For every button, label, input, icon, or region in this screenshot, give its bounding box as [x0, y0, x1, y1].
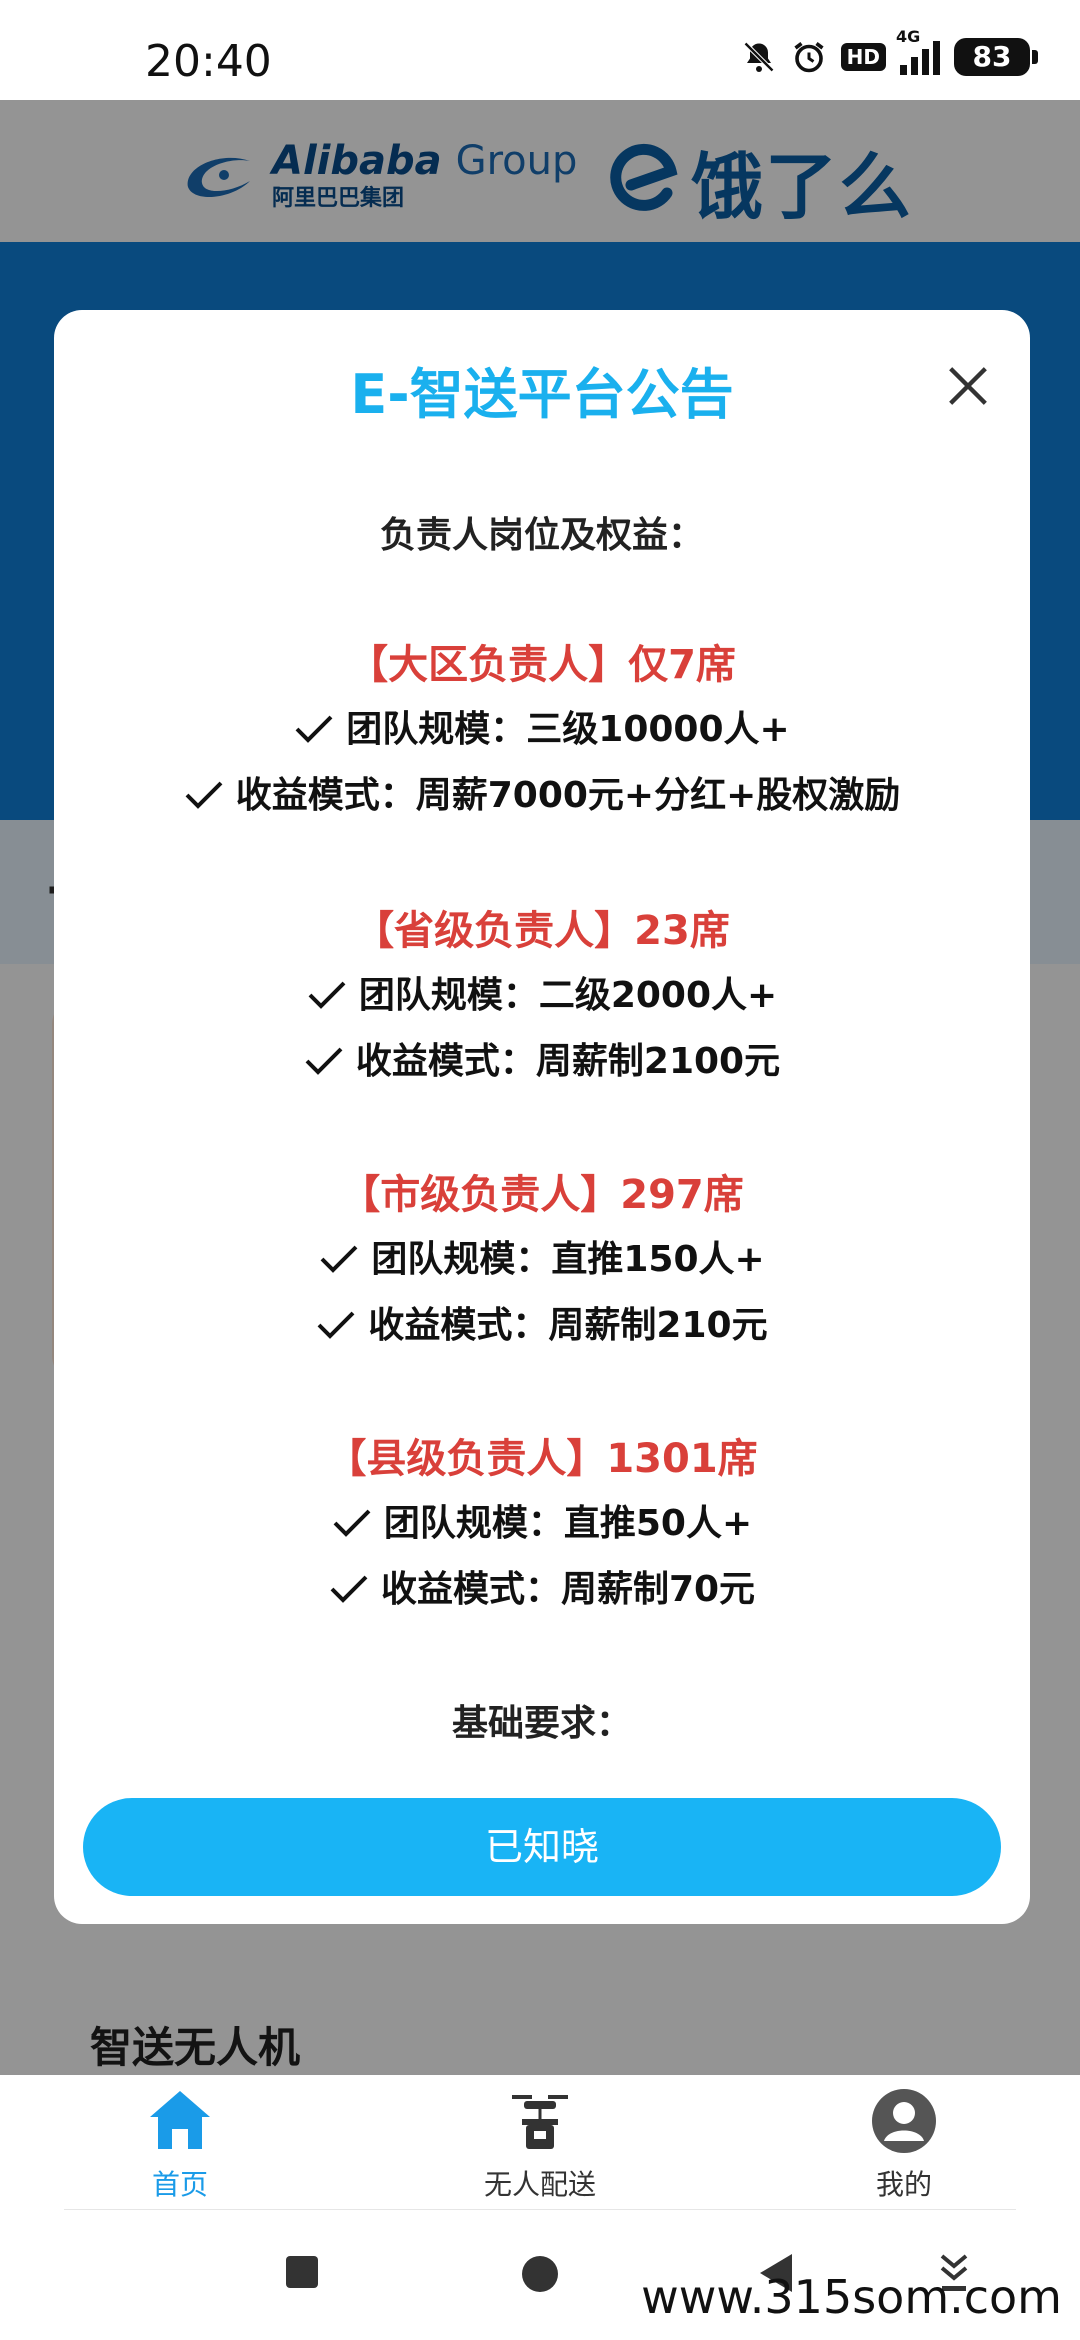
network-type: 4G — [896, 27, 921, 46]
check-icon — [305, 1047, 343, 1075]
announcement-modal: E-智送平台公告 负责人岗位及权益： 【大区负责人】仅7席 团队规模：三级100… — [54, 310, 1030, 1924]
tier-income-line: 收益模式：周薪制70元 — [54, 1560, 1030, 1612]
check-icon — [308, 981, 346, 1009]
tier-income-line: 收益模式：周薪制2100元 — [54, 1032, 1030, 1084]
nav-label-home: 首页 — [151, 2168, 208, 2201]
acknowledge-button[interactable]: 已知晓 — [83, 1798, 1001, 1896]
check-icon — [320, 1245, 358, 1273]
requirements-heading: 基础要求： — [451, 1703, 632, 1744]
status-bar: 20:40 HD 4G 83 — [0, 0, 1080, 100]
positions-heading: 负责人岗位及权益： — [379, 515, 704, 556]
nav-item-home[interactable]: 首页 — [80, 2085, 280, 2203]
tier-income: 收益模式：周薪制210元 — [368, 1305, 768, 1346]
signal-icon: 4G — [896, 27, 940, 75]
tier-team: 团队规模：直推50人+ — [383, 1503, 753, 1544]
check-icon — [295, 715, 333, 743]
bottom-nav: 首页 无人配送 我的 — [0, 2075, 1080, 2210]
tier-team: 团队规模：直推150人+ — [371, 1239, 765, 1280]
nav-label-drone-delivery: 无人配送 — [483, 2168, 596, 2201]
tier-team: 团队规模：二级2000人+ — [358, 975, 778, 1016]
tier-team-line: 团队规模：直推150人+ — [54, 1230, 1030, 1282]
tier-title: 【县级负责人】1301席 — [326, 1436, 758, 1482]
profile-icon — [872, 2089, 936, 2153]
battery-icon: 83 — [954, 38, 1038, 76]
modal-title: E-智送平台公告 — [350, 363, 734, 426]
close-icon[interactable] — [942, 360, 994, 412]
tier-team-line: 团队规模：直推50人+ — [54, 1494, 1030, 1546]
tier-income: 收益模式：周薪7000元+分红+股权激励 — [235, 775, 901, 816]
home-icon — [150, 2091, 210, 2149]
check-icon — [330, 1575, 368, 1603]
hd-badge: HD — [840, 43, 886, 71]
status-time: 20:40 — [145, 36, 272, 87]
tier-team: 团队规模：三级10000人+ — [346, 709, 790, 750]
watermark: www.315som.com — [641, 2270, 1062, 2324]
tier-team-line: 团队规模：二级2000人+ — [54, 966, 1030, 1018]
check-icon — [333, 1509, 371, 1537]
drone-delivery-icon — [512, 2095, 568, 2149]
nav-label-profile: 我的 — [875, 2168, 932, 2201]
tier-income: 收益模式：周薪制2100元 — [355, 1041, 781, 1082]
tier-income-line: 收益模式：周薪制210元 — [54, 1296, 1030, 1348]
tier-income: 收益模式：周薪制70元 — [380, 1569, 756, 1610]
tier-income-line: 收益模式：周薪7000元+分红+股权激励 — [54, 766, 1030, 818]
screen: 20:40 HD 4G 83 Alibaba Group 阿里巴巴集团 饿了么 … — [0, 0, 1080, 2340]
nav-item-drone-delivery[interactable]: 无人配送 — [440, 2085, 640, 2203]
status-icons: HD 4G 83 — [741, 27, 1038, 76]
tier-title: 【市级负责人】297席 — [340, 1172, 744, 1218]
tier-title: 【大区负责人】仅7席 — [348, 642, 736, 688]
alarm-icon — [794, 42, 824, 73]
notifications-muted-icon — [743, 41, 774, 73]
nav-item-profile[interactable]: 我的 — [804, 2085, 1004, 2203]
check-icon — [185, 781, 223, 809]
check-icon — [318, 1311, 355, 1339]
home-button-icon[interactable] — [520, 2254, 560, 2294]
tier-team-line: 团队规模：三级10000人+ — [54, 700, 1030, 752]
recent-apps-icon[interactable] — [284, 2254, 320, 2290]
tier-title: 【省级负责人】23席 — [354, 908, 730, 954]
